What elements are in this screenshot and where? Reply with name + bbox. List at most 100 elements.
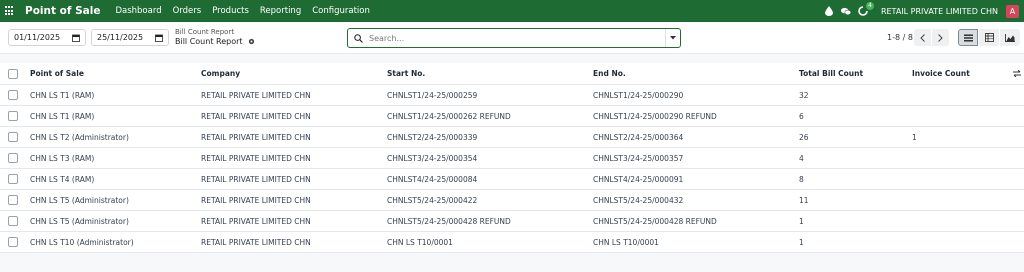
pivot-view-button[interactable] <box>979 29 999 46</box>
cell-total-bill-count: 8 <box>799 174 804 184</box>
cell-start-no: CHNLST1/24-25/000262 REFUND <box>387 111 511 121</box>
cell-total-bill-count: 26 <box>799 132 809 142</box>
row-checkbox[interactable] <box>8 153 18 163</box>
gear-icon[interactable] <box>248 38 255 45</box>
cell-start-no: CHNLST4/24-25/000084 <box>387 174 478 184</box>
column-header-total-bill-count[interactable]: Total Bill Count <box>799 63 863 84</box>
search-bar <box>347 28 681 48</box>
cell-company: RETAIL PRIVATE LIMITED CHN <box>201 153 311 163</box>
cell-start-no: CHNLST1/24-25/000259 <box>387 90 478 100</box>
date-from-field[interactable]: 01/11/2025 <box>8 29 86 46</box>
app-title[interactable]: Point of Sale <box>25 5 100 17</box>
cell-start-no: CHNLST5/24-25/000422 <box>387 195 478 205</box>
column-header-end-no[interactable]: End No. <box>593 63 626 84</box>
cell-point-of-sale: CHN LS T1 (RAM) <box>30 90 95 100</box>
cell-total-bill-count: 32 <box>799 90 809 100</box>
activity-icon[interactable]: 4 <box>858 2 874 16</box>
table-row[interactable]: CHN LS T10 (Administrator) RETAIL PRIVATE… <box>0 232 1024 253</box>
row-checkbox[interactable] <box>8 237 18 247</box>
table-row[interactable]: CHN LS T5 (Administrator) RETAIL PRIVATE … <box>0 190 1024 211</box>
cell-start-no: CHNLST3/24-25/000354 <box>387 153 478 163</box>
cell-invoice-count: 1 <box>912 132 917 142</box>
cell-point-of-sale: CHN LS T2 (Administrator) <box>30 132 129 142</box>
chat-icon[interactable] <box>840 6 851 16</box>
row-checkbox[interactable] <box>8 195 18 205</box>
date-to-value: 25/11/2025 <box>97 33 144 42</box>
menu-products[interactable]: Products <box>212 6 249 16</box>
page-title: Bill Count Report <box>175 37 255 46</box>
search-icon <box>354 33 363 43</box>
calendar-icon <box>155 34 163 42</box>
bill-count-table: Point of Sale Company Start No. End No. … <box>0 63 1024 253</box>
cell-end-no: CHNLST2/24-25/000364 <box>593 132 684 142</box>
search-input[interactable] <box>369 33 665 43</box>
cell-end-no: CHN LS T10/0001 <box>593 237 659 247</box>
cell-start-no: CHNLST2/24-25/000339 <box>387 132 478 142</box>
column-header-point-of-sale[interactable]: Point of Sale <box>30 63 84 84</box>
column-header-start-no[interactable]: Start No. <box>387 63 425 84</box>
list-view-button[interactable] <box>958 29 978 46</box>
date-from-value: 01/11/2025 <box>14 33 61 42</box>
cell-point-of-sale: CHN LS T5 (Administrator) <box>30 195 129 205</box>
column-header-company[interactable]: Company <box>201 63 240 84</box>
cell-point-of-sale: CHN LS T3 (RAM) <box>30 153 95 163</box>
row-checkbox[interactable] <box>8 174 18 184</box>
cell-total-bill-count: 4 <box>799 153 804 163</box>
pager-previous-button[interactable] <box>914 29 931 46</box>
page-title-text: Bill Count Report <box>175 37 243 46</box>
menu-configuration[interactable]: Configuration <box>312 6 370 16</box>
list-icon <box>963 34 973 41</box>
cell-total-bill-count: 6 <box>799 111 804 121</box>
cell-company: RETAIL PRIVATE LIMITED CHN <box>201 237 311 247</box>
company-switcher[interactable]: RETAIL PRIVATE LIMITED CHN <box>881 7 998 16</box>
cell-point-of-sale: CHN LS T1 (RAM) <box>30 111 95 121</box>
cell-total-bill-count: 11 <box>799 195 809 205</box>
graph-view-button[interactable] <box>1000 29 1020 46</box>
cell-end-no: CHNLST5/24-25/000432 <box>593 195 684 205</box>
pager-next-button[interactable] <box>932 29 949 46</box>
table-row[interactable]: CHN LS T3 (RAM) RETAIL PRIVATE LIMITED CH… <box>0 148 1024 169</box>
table-row[interactable]: CHN LS T5 (Administrator) RETAIL PRIVATE … <box>0 211 1024 232</box>
menu-orders[interactable]: Orders <box>173 6 202 16</box>
column-header-invoice-count[interactable]: Invoice Count <box>912 63 970 84</box>
chevron-left-icon <box>920 33 925 42</box>
select-all-checkbox[interactable] <box>8 68 18 79</box>
user-avatar[interactable]: A <box>1006 4 1019 18</box>
water-drop-icon[interactable] <box>824 6 834 16</box>
cell-point-of-sale: CHN LS T10 (Administrator) <box>30 237 134 247</box>
table-row[interactable]: CHN LS T1 (RAM) RETAIL PRIVATE LIMITED CH… <box>0 106 1024 127</box>
pivot-table-icon <box>984 33 994 42</box>
optional-columns-icon[interactable] <box>1013 63 1021 84</box>
table-row[interactable]: CHN LS T1 (RAM) RETAIL PRIVATE LIMITED CH… <box>0 85 1024 106</box>
menu-dashboard[interactable]: Dashboard <box>115 6 161 16</box>
cell-company: RETAIL PRIVATE LIMITED CHN <box>201 195 311 205</box>
pager-value[interactable]: 1-8 / 8 <box>887 33 913 42</box>
cell-end-no: CHNLST1/24-25/000290 <box>593 90 684 100</box>
cell-company: RETAIL PRIVATE LIMITED CHN <box>201 90 311 100</box>
control-panel: 01/11/2025 25/11/2025 Bill Count Report … <box>0 22 1024 54</box>
cell-company: RETAIL PRIVATE LIMITED CHN <box>201 111 311 121</box>
caret-down-icon <box>670 36 676 40</box>
row-checkbox[interactable] <box>8 111 18 121</box>
cell-company: RETAIL PRIVATE LIMITED CHN <box>201 216 311 226</box>
cell-point-of-sale: CHN LS T5 (Administrator) <box>30 216 129 226</box>
cell-start-no: CHNLST5/24-25/000428 REFUND <box>387 216 511 226</box>
top-navbar: Point of Sale Dashboard Orders Products … <box>0 0 1024 22</box>
date-to-field[interactable]: 25/11/2025 <box>91 29 169 46</box>
cell-point-of-sale: CHN LS T4 (RAM) <box>30 174 95 184</box>
cell-end-no: CHNLST1/24-25/000290 REFUND <box>593 111 717 121</box>
table-row[interactable]: CHN LS T4 (RAM) RETAIL PRIVATE LIMITED CH… <box>0 169 1024 190</box>
row-checkbox[interactable] <box>8 90 18 100</box>
menu-reporting[interactable]: Reporting <box>260 6 301 16</box>
table-row[interactable]: CHN LS T2 (Administrator) RETAIL PRIVATE … <box>0 127 1024 148</box>
apps-grid-icon[interactable] <box>5 6 15 16</box>
row-checkbox[interactable] <box>8 216 18 226</box>
cell-end-no: CHNLST5/24-25/000428 REFUND <box>593 216 717 226</box>
breadcrumb-item[interactable]: Bill Count Report <box>175 28 255 37</box>
cell-total-bill-count: 1 <box>799 216 804 226</box>
cell-total-bill-count: 1 <box>799 237 804 247</box>
table-header: Point of Sale Company Start No. End No. … <box>0 63 1024 85</box>
search-options-toggle[interactable] <box>665 29 680 47</box>
cell-company: RETAIL PRIVATE LIMITED CHN <box>201 174 311 184</box>
row-checkbox[interactable] <box>8 132 18 142</box>
